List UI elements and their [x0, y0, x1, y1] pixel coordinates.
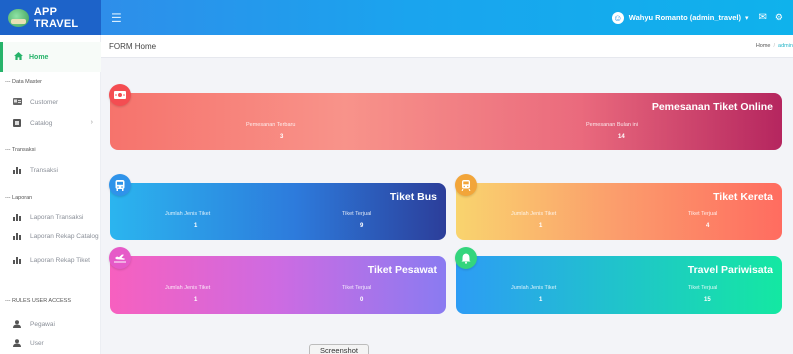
- settings-icon[interactable]: ⚙: [775, 12, 783, 23]
- sidebar-item-catalog[interactable]: Catalog ›: [13, 119, 99, 128]
- sidebar-heading: --- Transaksi: [5, 147, 36, 153]
- stat-label: Pemesanan Bulan ini: [586, 122, 638, 128]
- card-travel-pariwisata[interactable]: Travel Pariwisata Jumlah Jenis Tiket 1 T…: [455, 247, 782, 314]
- stat-label: Tiket Terjual: [688, 211, 718, 217]
- stat-value: 4: [706, 223, 710, 229]
- sidebar-heading: --- Data Master: [5, 79, 42, 85]
- sidebar-item-label: Customer: [30, 99, 59, 106]
- card-tiket-kereta[interactable]: Tiket Kereta Jumlah Jenis Tiket 1 Tiket …: [455, 174, 782, 240]
- card-pemesanan-online[interactable]: Pemesanan Tiket Online Pemesanan Terbaru…: [109, 84, 782, 150]
- card-title: Travel Pariwisata: [687, 264, 773, 276]
- stat-label: Tiket Terjual: [342, 285, 372, 291]
- stat-label: Pemesanan Terbaru: [246, 122, 296, 128]
- stat-value: 15: [704, 297, 711, 303]
- chevron-down-icon[interactable]: ▾: [745, 14, 749, 22]
- hamburger-icon[interactable]: ☰: [111, 11, 122, 25]
- sidebar-item-home[interactable]: Home: [0, 42, 101, 72]
- bell-icon: [455, 247, 477, 269]
- navbar: ☰ ☺ Wahyu Romanto (admin_travel) ▾ ✉ ⚙: [101, 0, 793, 35]
- sidebar-item-label: Laporan Rekap Catalog: [30, 233, 99, 240]
- card-title: Tiket Pesawat: [367, 264, 437, 276]
- stat-label: Jumlah Jenis Tiket: [165, 211, 211, 217]
- sidebar-item-laporan-rekap-catalog[interactable]: Laporan Rekap Catalog: [5, 232, 99, 241]
- chart-icon: [13, 213, 22, 221]
- sidebar-item-laporan-rekap-tiket[interactable]: Laporan Rekap Tiket: [5, 256, 99, 265]
- sidebar-item-label: User: [30, 340, 44, 347]
- stat-value: 1: [194, 297, 198, 303]
- stat-value: 1: [194, 223, 198, 229]
- stat-label: Tiket Terjual: [688, 285, 718, 291]
- user-menu[interactable]: Wahyu Romanto (admin_travel): [629, 13, 741, 22]
- stat-value: 1: [539, 297, 543, 303]
- stat-value: 1: [539, 223, 543, 229]
- stat-label: Jumlah Jenis Tiket: [165, 285, 211, 291]
- stat-label: Jumlah Jenis Tiket: [511, 211, 557, 217]
- card-tiket-bus[interactable]: Tiket Bus Jumlah Jenis Tiket 1 Tiket Ter…: [109, 174, 446, 240]
- user-icon: [13, 339, 22, 347]
- sidebar-item-transaksi[interactable]: Transaksi: [13, 166, 99, 175]
- sidebar-item-laporan-transaksi[interactable]: Laporan Transaksi: [13, 213, 99, 222]
- sidebar-heading: --- Laporan: [5, 195, 33, 201]
- screenshot-tooltip: Screenshot: [309, 344, 369, 354]
- breadcrumb: Home / admin: [755, 43, 793, 49]
- app-name: APP TRAVEL: [33, 5, 79, 30]
- card-title: Tiket Bus: [389, 191, 437, 203]
- user-avatar-icon[interactable]: ☺: [611, 11, 624, 24]
- stat-value: 14: [618, 134, 625, 140]
- app-logo-icon: [8, 8, 29, 27]
- plane-icon: [109, 247, 131, 269]
- sidebar: Home --- Data Master Customer Catalog › …: [0, 35, 101, 354]
- top-navbar: APP TRAVEL ☰ ☺ Wahyu Romanto (admin_trav…: [0, 0, 793, 35]
- stat-value: 3: [280, 134, 284, 140]
- stat-value: 0: [360, 297, 364, 303]
- catalog-icon: [13, 119, 22, 127]
- sidebar-item-label: Pegawai: [30, 321, 55, 328]
- sidebar-item-pegawai[interactable]: Pegawai: [13, 320, 99, 329]
- content-header: FORM Home Home / admin: [101, 35, 793, 58]
- stat-value: 9: [360, 223, 364, 229]
- sidebar-item-label: Catalog: [30, 120, 53, 127]
- stat-label: Jumlah Jenis Tiket: [511, 285, 557, 291]
- sidebar-item-label: Home: [29, 53, 49, 61]
- sidebar-item-label: Laporan Rekap Tiket: [30, 257, 90, 264]
- sidebar-item-label: Laporan Transaksi: [30, 214, 84, 221]
- card-title: Pemesanan Tiket Online: [651, 101, 773, 113]
- stat-label: Tiket Terjual: [342, 211, 372, 217]
- chart-icon: [13, 166, 22, 174]
- sidebar-heading: --- RULES USER ACCESS: [5, 298, 72, 304]
- breadcrumb-home[interactable]: Home: [756, 43, 771, 49]
- train-icon: [455, 174, 477, 196]
- mail-icon[interactable]: ✉: [759, 12, 767, 23]
- breadcrumb-current: admin: [778, 43, 793, 49]
- sidebar-item-customer[interactable]: Customer: [13, 98, 99, 107]
- sidebar-item-label: Transaksi: [30, 167, 58, 174]
- chevron-right-icon: ›: [90, 119, 93, 126]
- id-card-icon: [13, 98, 22, 105]
- home-icon: [14, 52, 23, 62]
- page-title: FORM Home: [109, 41, 157, 51]
- brand[interactable]: APP TRAVEL: [0, 0, 101, 35]
- card-tiket-pesawat[interactable]: Tiket Pesawat Jumlah Jenis Tiket 1 Tiket…: [109, 247, 446, 314]
- card-title: Tiket Kereta: [713, 191, 773, 203]
- chart-icon: [13, 232, 22, 240]
- user-icon: [13, 320, 22, 328]
- money-icon: [109, 84, 131, 106]
- chart-icon: [13, 256, 22, 264]
- bus-icon: [109, 174, 131, 196]
- sidebar-item-user[interactable]: User: [13, 339, 99, 348]
